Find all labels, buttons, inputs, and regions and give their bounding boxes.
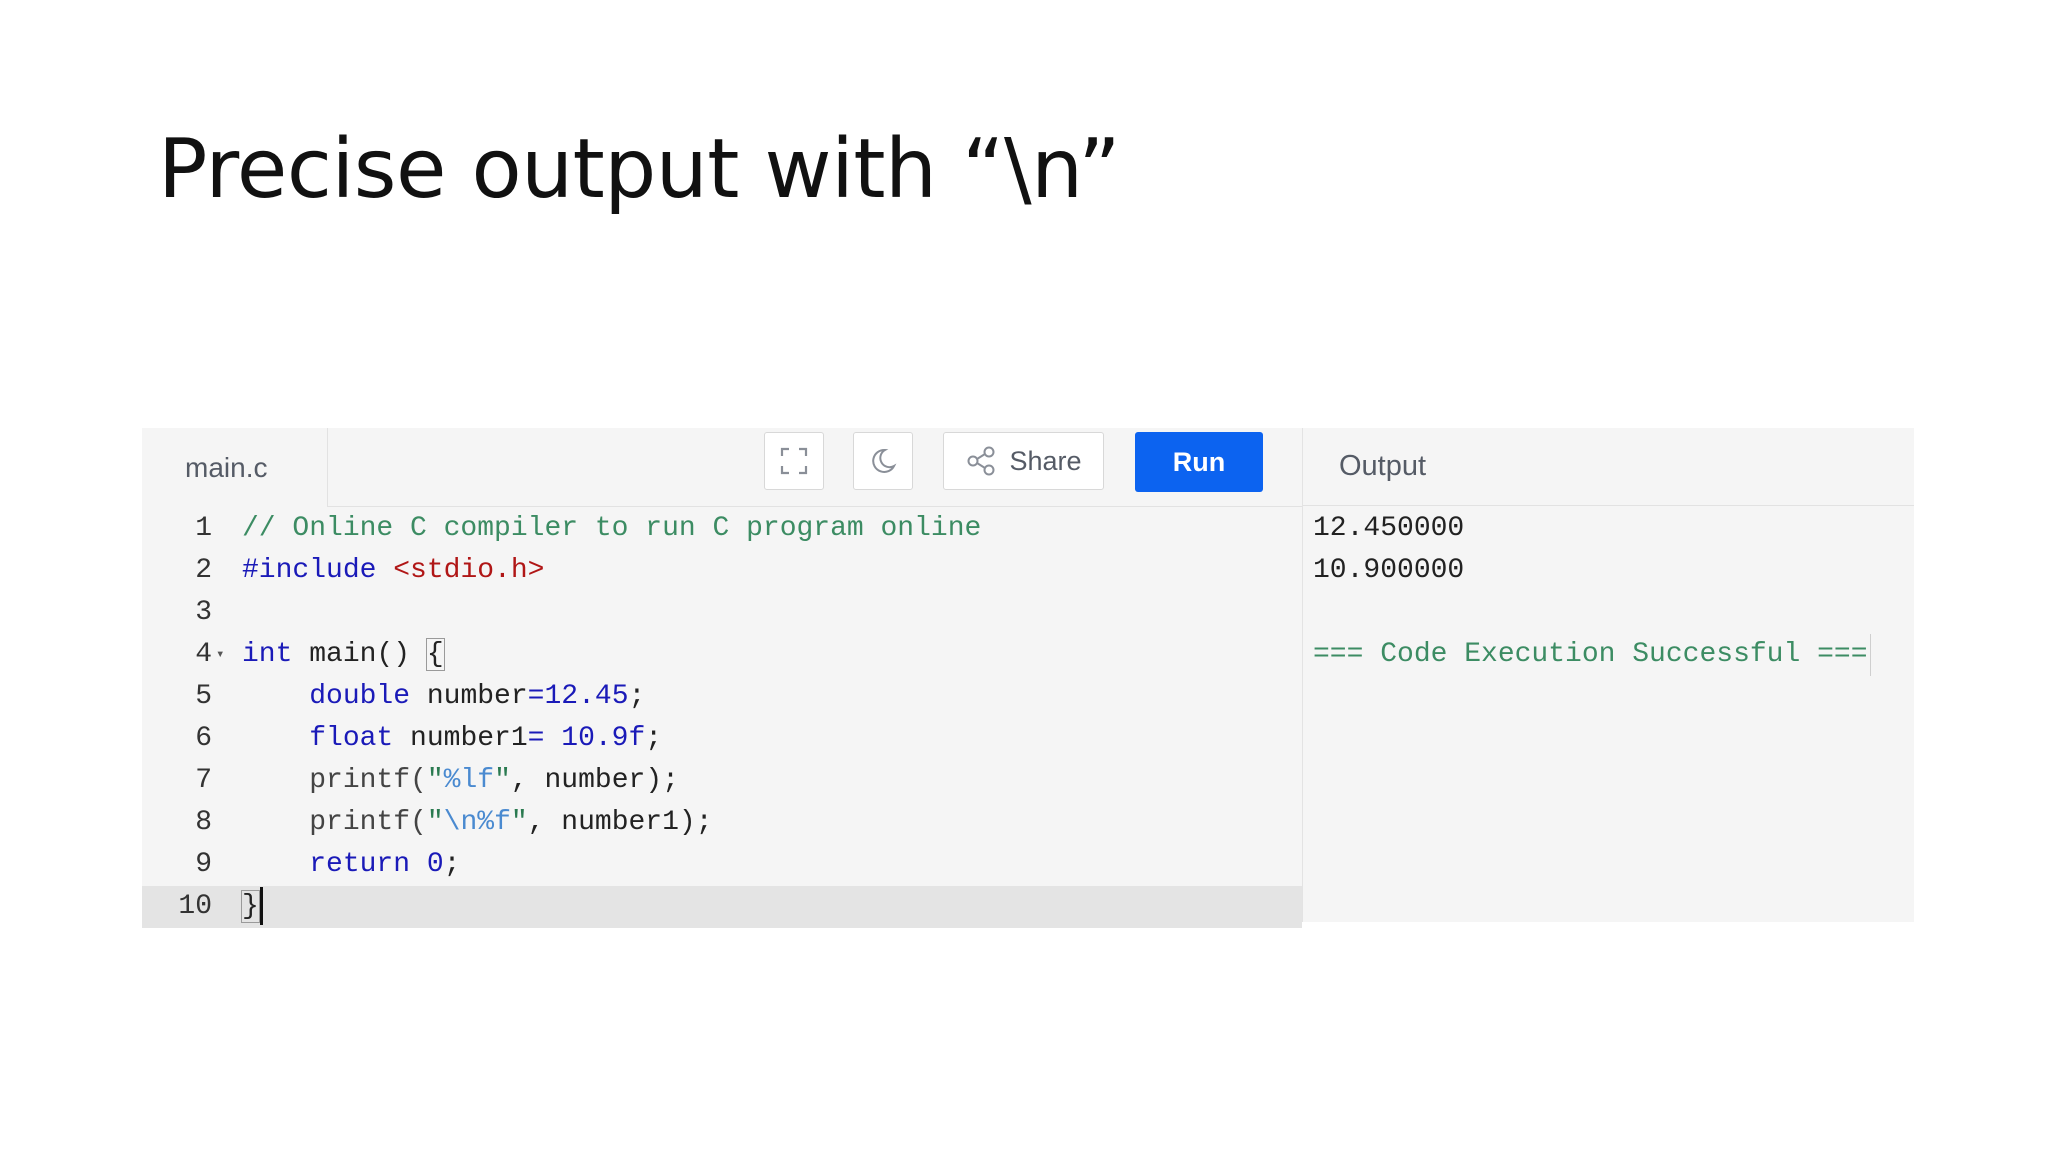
line-number: 10 xyxy=(178,891,212,922)
code-line: 4 ▾ int main() { xyxy=(142,634,1302,676)
code-line: 8 printf("\n%f", number1); xyxy=(142,802,1302,844)
code-editor[interactable]: 1 // Online C compiler to run C program … xyxy=(142,508,1302,928)
active-code-line: 10 } xyxy=(142,886,1302,928)
line-number: 9 xyxy=(195,849,212,880)
code-number: 12.45 xyxy=(544,681,629,712)
output-title: Output xyxy=(1303,428,1914,506)
line-number: 4 xyxy=(195,639,212,670)
output-pane: Output 12.450000 10.900000 === Code Exec… xyxy=(1303,428,1914,922)
code-text: number1 xyxy=(393,723,528,754)
code-text: , number1); xyxy=(527,807,713,838)
execution-status: === Code Execution Successful === xyxy=(1313,634,1871,676)
code-line: 3 xyxy=(142,592,1302,634)
code-line: 1 // Online C compiler to run C program … xyxy=(142,508,1302,550)
run-button[interactable]: Run xyxy=(1135,432,1263,492)
editor-toolbar: main.c Share Run xyxy=(142,428,1302,507)
code-text: , number); xyxy=(510,765,679,796)
line-number: 6 xyxy=(195,723,212,754)
code-directive: #include xyxy=(242,555,377,586)
share-label: Share xyxy=(1009,445,1082,476)
slide-title: Precise output with “\n” xyxy=(158,122,1121,217)
theme-toggle-button[interactable] xyxy=(853,432,913,490)
code-line: 6 float number1= 10.9f; xyxy=(142,718,1302,760)
text-cursor xyxy=(259,886,263,925)
code-keyword: int xyxy=(242,639,293,670)
code-function: printf( xyxy=(309,765,427,796)
code-text: number xyxy=(410,681,528,712)
online-compiler: main.c Share Run 1 // Online C compiler … xyxy=(142,428,1914,928)
line-number: 8 xyxy=(195,807,212,838)
fullscreen-icon xyxy=(780,447,808,475)
fold-arrow-icon[interactable]: ▾ xyxy=(216,634,224,676)
code-keyword: double xyxy=(309,681,411,712)
share-icon xyxy=(967,446,995,476)
output-line: 10.900000 xyxy=(1313,555,1465,586)
fullscreen-button[interactable] xyxy=(764,432,824,490)
code-keyword: float xyxy=(309,723,394,754)
editor-pane: main.c Share Run 1 // Online C compiler … xyxy=(142,428,1303,928)
line-number: 3 xyxy=(195,597,212,628)
code-number: 10.9f xyxy=(561,723,646,754)
code-text: ; xyxy=(628,681,646,712)
code-keyword: return xyxy=(309,849,411,880)
line-number: 5 xyxy=(195,681,212,712)
code-operator: = xyxy=(527,723,562,754)
file-tab-main-c[interactable]: main.c xyxy=(142,428,328,507)
code-line: 2 #include <stdio.h> xyxy=(142,550,1302,592)
code-number: 0 xyxy=(426,849,444,880)
code-string: " xyxy=(510,807,528,838)
output-console: 12.450000 10.900000 === Code Execution S… xyxy=(1313,508,1903,676)
code-string: " xyxy=(494,765,511,796)
code-format-spec: \n%f xyxy=(443,807,511,838)
code-header-name: <stdio.h> xyxy=(393,555,545,586)
matched-brace: { xyxy=(425,638,445,671)
code-text: ; xyxy=(443,849,461,880)
output-line: 12.450000 xyxy=(1313,513,1465,544)
code-line: 5 double number=12.45; xyxy=(142,676,1302,718)
code-line: 9 return 0; xyxy=(142,844,1302,886)
code-function: printf( xyxy=(309,807,427,838)
line-number: 7 xyxy=(195,765,212,796)
code-text: ; xyxy=(645,723,663,754)
code-string: " xyxy=(426,765,444,796)
line-number: 1 xyxy=(195,513,212,544)
share-button[interactable]: Share xyxy=(943,432,1104,490)
matched-brace: } xyxy=(241,890,260,923)
code-operator: = xyxy=(527,681,545,712)
line-number: 2 xyxy=(195,555,212,586)
moon-icon xyxy=(872,448,897,473)
code-text: main() xyxy=(292,639,427,670)
code-string: " xyxy=(426,807,444,838)
code-format-spec: %lf xyxy=(443,765,495,796)
code-comment: // Online C compiler to run C program on… xyxy=(242,513,982,544)
code-line: 7 printf("%lf", number); xyxy=(142,760,1302,802)
